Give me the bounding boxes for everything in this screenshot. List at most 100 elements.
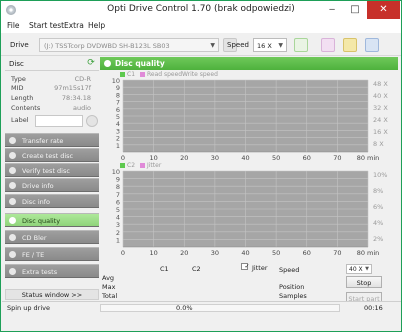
legend-c1: C1 (127, 71, 136, 78)
chevron-down-icon: ▼ (210, 42, 215, 49)
nav-cd-bler[interactable]: CD Bler (5, 230, 99, 244)
nav-label: Disc quality (22, 217, 61, 225)
extra-tests-icon (9, 268, 16, 275)
jitter-checkbox[interactable]: ✓ (241, 263, 250, 270)
minimize-button[interactable]: ‒ (321, 1, 343, 19)
chart-c2: 0 10 20 30 40 50 60 70 80 min 10 9 8 7 6 5 4 3 2 1 10% 8% 6% 4… (100, 168, 400, 257)
nav-fe-te[interactable]: FE / TE (5, 247, 99, 261)
menu-extra[interactable]: Extra (64, 21, 84, 30)
y-right-tick-label: 48 X (373, 80, 388, 88)
test-speed-select[interactable]: 40 X ▼ (346, 264, 372, 274)
field-key: MID (11, 84, 24, 92)
speed-stat-label: Speed (279, 266, 300, 274)
close-button[interactable]: ✕ (367, 1, 400, 19)
copy-icon[interactable] (343, 38, 357, 52)
nav-label: CD Bler (22, 234, 47, 242)
x-tick-label: 80 min (357, 154, 380, 162)
title-bar: Opti Drive Control 1.70 (brak odpowiedzi… (1, 1, 401, 19)
status-text: Spin up drive (7, 304, 51, 312)
sidebar: Disc ⟳ Type CD-R MID 97m15s17f Length 78… (5, 56, 99, 300)
disc-field-length: Length 78:34.18 (9, 94, 99, 103)
legend-swatch-jitter (140, 163, 145, 168)
disc-field-contents: Contents audio (9, 104, 99, 113)
speed-label: Speed (227, 41, 249, 49)
field-key: Contents (11, 104, 41, 112)
disc-header: Disc ⟳ (5, 57, 99, 71)
save-icon[interactable] (365, 38, 379, 52)
menu-help[interactable]: Help (88, 21, 105, 30)
nav-label: Extra tests (22, 268, 58, 276)
nav-label: Verify test disc (22, 167, 70, 175)
nav-extra-tests[interactable]: Extra tests (5, 264, 99, 278)
y-left-tick-label: 1 (116, 142, 120, 150)
transfer-rate-icon (9, 137, 16, 144)
jitter-label: Jitter (252, 264, 268, 272)
status-window-button[interactable]: Status window >> (5, 289, 99, 300)
toolbar: Drive (J:) TSSTcorp DVDWBD SH-B123L SB03… (1, 34, 401, 56)
x-tick-label: 0 (121, 154, 125, 162)
x-tick-label: 70 (333, 154, 341, 162)
x-tick-label: 30 (211, 249, 219, 257)
maximize-button[interactable]: □ (344, 1, 366, 19)
chart-c1: 0 10 20 30 40 50 60 70 80 min 10 9 8 7 6 5 4 3 2 1 48 X 40 X… (100, 77, 400, 162)
legend-read-speed: Read speed (147, 71, 183, 78)
stats-row-avg: Avg (102, 274, 115, 282)
field-value: CD-R (74, 75, 91, 83)
samples-label: Samples (279, 292, 307, 300)
y-right-tick-label: 10% (373, 171, 387, 179)
stop-button[interactable]: Stop (346, 276, 382, 288)
field-value: 97m15s17f (54, 84, 91, 92)
menu-bar: File Start test Extra Help (1, 19, 401, 33)
speed-select[interactable]: 16 X ▼ (253, 38, 287, 52)
disc-quality-icon (104, 60, 111, 67)
label-key: Label (11, 116, 29, 124)
nav-disc-info[interactable]: Disc info (5, 194, 99, 208)
drive-info-icon (9, 182, 16, 189)
nav-label: Transfer rate (22, 137, 64, 145)
y-right-tick-label: 16 X (373, 128, 388, 136)
legend-c2: C2 (127, 162, 136, 169)
y-right-tick-label: 32 X (373, 104, 388, 112)
refresh-speed-icon[interactable] (294, 38, 308, 52)
nav-label: Create test disc (22, 152, 74, 160)
x-tick-label: 10 (149, 154, 157, 162)
drive-select[interactable]: (J:) TSSTcorp DVDWBD SH-B123L SB03 ▼ (39, 38, 219, 52)
y-right-tick-label: 24 X (373, 116, 388, 124)
x-tick-label: 40 (241, 249, 249, 257)
disc-header-label: Disc (9, 60, 24, 68)
disc-quality-header: Disc quality (100, 57, 398, 70)
cd-bler-icon (9, 234, 16, 241)
legend-swatch-read-speed (140, 72, 145, 77)
nav-label: FE / TE (22, 251, 45, 259)
test-speed-value: 40 X (349, 266, 363, 273)
nav-label: Disc info (22, 198, 51, 206)
x-tick-label: 60 (303, 154, 311, 162)
nav-verify-test-disc[interactable]: Verify test disc (5, 163, 99, 177)
check-icon: ✓ (244, 263, 250, 270)
nav-disc-quality[interactable]: Disc quality (5, 213, 99, 227)
create-disc-icon (9, 152, 16, 159)
refresh-icon[interactable]: ⟳ (85, 58, 97, 69)
elapsed-time: 00:16 (364, 304, 383, 312)
x-tick-label: 60 (303, 249, 311, 257)
field-key: Length (11, 94, 34, 102)
menu-file[interactable]: File (7, 21, 20, 30)
y-right-tick-label: 2% (373, 235, 383, 243)
y-right-tick-label: 8% (373, 187, 383, 195)
disc-info-icon (9, 198, 16, 205)
position-label: Position (279, 283, 305, 291)
status-bar: Spin up drive 0.0% 00:16 (2, 301, 401, 313)
x-tick-label: 30 (211, 154, 219, 162)
y-right-tick-label: 40 X (373, 92, 388, 100)
field-value: audio (72, 104, 91, 112)
nav-create-test-disc[interactable]: Create test disc (5, 148, 99, 162)
disc-label-input[interactable] (35, 115, 83, 127)
label-edit-icon[interactable] (86, 115, 98, 127)
menu-start-test[interactable]: Start test (29, 21, 64, 30)
nav-transfer-rate[interactable]: Transfer rate (5, 133, 99, 147)
erase-icon[interactable] (321, 38, 335, 52)
x-tick-label: 50 (272, 249, 280, 257)
disc-quality-panel: Disc quality C1 Read speed Write speed 0… (100, 56, 400, 304)
stats-row-max: Max (102, 283, 116, 291)
nav-drive-info[interactable]: Drive info (5, 178, 99, 192)
